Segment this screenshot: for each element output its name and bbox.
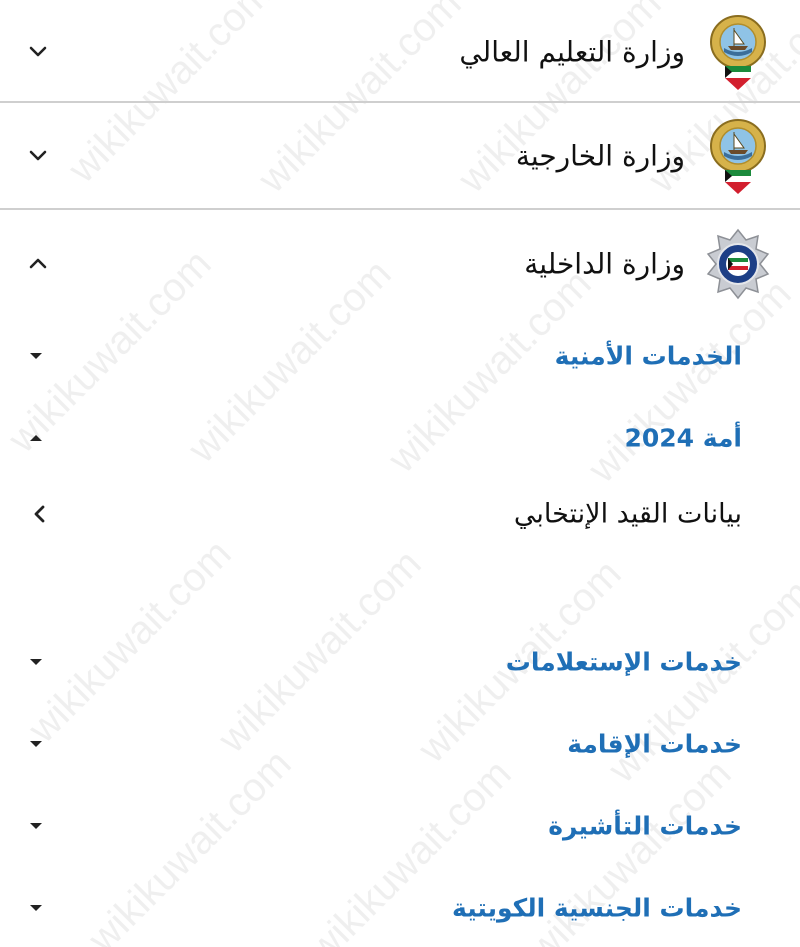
caret-down-icon: [30, 823, 42, 829]
sub-item-umma-2024[interactable]: أمة 2024: [0, 398, 800, 478]
ministry-label: وزارة التعليم العالي: [459, 35, 685, 69]
ministry-row-foreign-affairs[interactable]: وزارة الخارجية: [0, 104, 800, 208]
sub-item-label: الخدمات الأمنية: [554, 341, 742, 371]
sub-item-label: أمة 2024: [624, 423, 742, 453]
sub-item-label: بيانات القيد الإنتخابي: [513, 498, 742, 530]
sub-item-residency-services[interactable]: خدمات الإقامة: [0, 704, 800, 784]
sub-item-security-services[interactable]: الخدمات الأمنية: [0, 316, 800, 396]
ministry-row-higher-education[interactable]: وزارة التعليم العالي: [0, 0, 800, 104]
sub-item-inquiry-services[interactable]: خدمات الإستعلامات: [0, 622, 800, 702]
kuwait-emblem-icon: [710, 15, 766, 90]
chevron-up-icon: [29, 258, 47, 269]
chevron-left-icon: [34, 505, 45, 523]
caret-up-icon: [30, 435, 42, 441]
sub-item-electoral-registration[interactable]: بيانات القيد الإنتخابي: [0, 474, 800, 554]
ministry-label: وزارة الخارجية: [515, 139, 685, 173]
caret-down-icon: [30, 659, 42, 665]
sub-item-visa-services[interactable]: خدمات التأشيرة: [0, 786, 800, 866]
divider: [0, 101, 800, 103]
kuwait-police-badge-icon: [706, 228, 770, 300]
chevron-down-icon: [29, 46, 47, 57]
kuwait-emblem-icon: [710, 119, 766, 194]
sub-item-label: خدمات الإقامة: [567, 729, 742, 759]
divider: [0, 208, 800, 210]
caret-down-icon: [30, 741, 42, 747]
ministry-row-interior[interactable]: وزارة الداخلية: [0, 212, 800, 316]
sub-item-nationality-services[interactable]: خدمات الجنسية الكويتية: [0, 868, 800, 947]
caret-down-icon: [30, 353, 42, 359]
sub-item-label: خدمات الإستعلامات: [505, 647, 742, 677]
ministry-label: وزارة الداخلية: [524, 247, 685, 281]
caret-down-icon: [30, 905, 42, 911]
sub-item-label: خدمات التأشيرة: [548, 811, 742, 841]
sub-item-label: خدمات الجنسية الكويتية: [452, 893, 742, 923]
chevron-down-icon: [29, 150, 47, 161]
